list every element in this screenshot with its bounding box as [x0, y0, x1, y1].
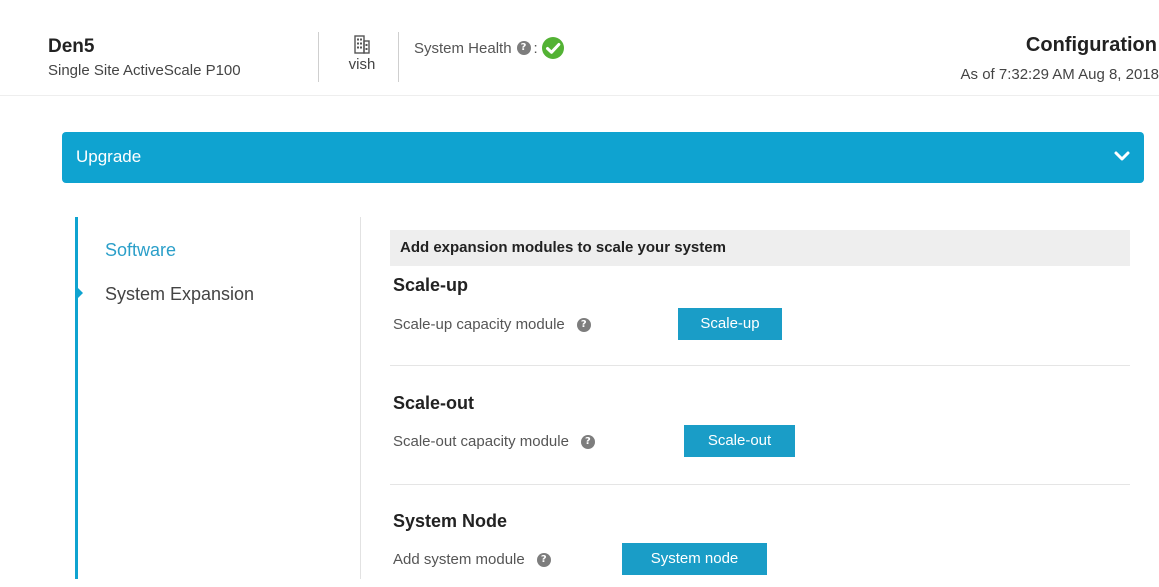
scale-out-label: Scale-out capacity module — [393, 433, 569, 450]
system-health: System Health ? : — [414, 36, 565, 60]
system-node-title: System Node — [393, 511, 508, 531]
system-node-button[interactable]: System node — [622, 543, 767, 575]
active-item-marker — [78, 288, 83, 298]
user-name: vish — [348, 56, 376, 73]
header-divider — [398, 32, 399, 82]
header-divider — [318, 32, 319, 82]
scale-up-label-row: Scale-up capacity module ? — [393, 316, 591, 333]
banner-text: Add expansion modules to scale your syst… — [400, 239, 726, 256]
health-colon: : — [533, 39, 538, 57]
scale-up-label: Scale-up capacity module — [393, 316, 565, 333]
system-health-label: System Health — [414, 39, 512, 57]
sidebar-rail — [75, 217, 78, 579]
section-separator — [390, 365, 1130, 366]
content-divider — [360, 217, 361, 579]
building-icon — [354, 35, 370, 54]
scale-up-button[interactable]: Scale-up — [678, 308, 782, 340]
scale-out-label-row: Scale-out capacity module ? — [393, 433, 595, 450]
page-header: Den5 Single Site ActiveScale P100 vish S… — [0, 0, 1159, 96]
upgrade-panel-header[interactable]: Upgrade — [62, 132, 1144, 183]
upgrade-title: Upgrade — [76, 147, 142, 166]
section-banner: Add expansion modules to scale your syst… — [390, 230, 1130, 266]
scale-up-title: Scale-up — [393, 275, 469, 295]
scale-out-button[interactable]: Scale-out — [684, 425, 795, 457]
sidebar-item-system-expansion[interactable]: System Expansion — [105, 284, 254, 305]
help-icon[interactable]: ? — [516, 41, 531, 55]
sidebar-item-software[interactable]: Software — [105, 240, 176, 261]
section-separator — [390, 484, 1130, 485]
site-subtitle: Single Site ActiveScale P100 — [48, 62, 241, 79]
chevron-down-icon[interactable] — [1112, 146, 1132, 166]
page-title: Configuration — [1025, 34, 1157, 56]
site-name: Den5 — [48, 36, 95, 57]
scale-out-title: Scale-out — [393, 393, 475, 413]
last-updated: As of 7:32:29 AM Aug 8, 2018 — [960, 66, 1159, 83]
system-node-label: Add system module — [393, 551, 525, 568]
check-circle-icon — [541, 37, 564, 59]
help-icon[interactable]: ? — [536, 552, 551, 567]
help-icon[interactable]: ? — [580, 434, 595, 449]
user-menu[interactable]: vish — [340, 34, 384, 73]
help-icon[interactable]: ? — [576, 317, 591, 332]
system-node-label-row: Add system module ? — [393, 551, 551, 568]
